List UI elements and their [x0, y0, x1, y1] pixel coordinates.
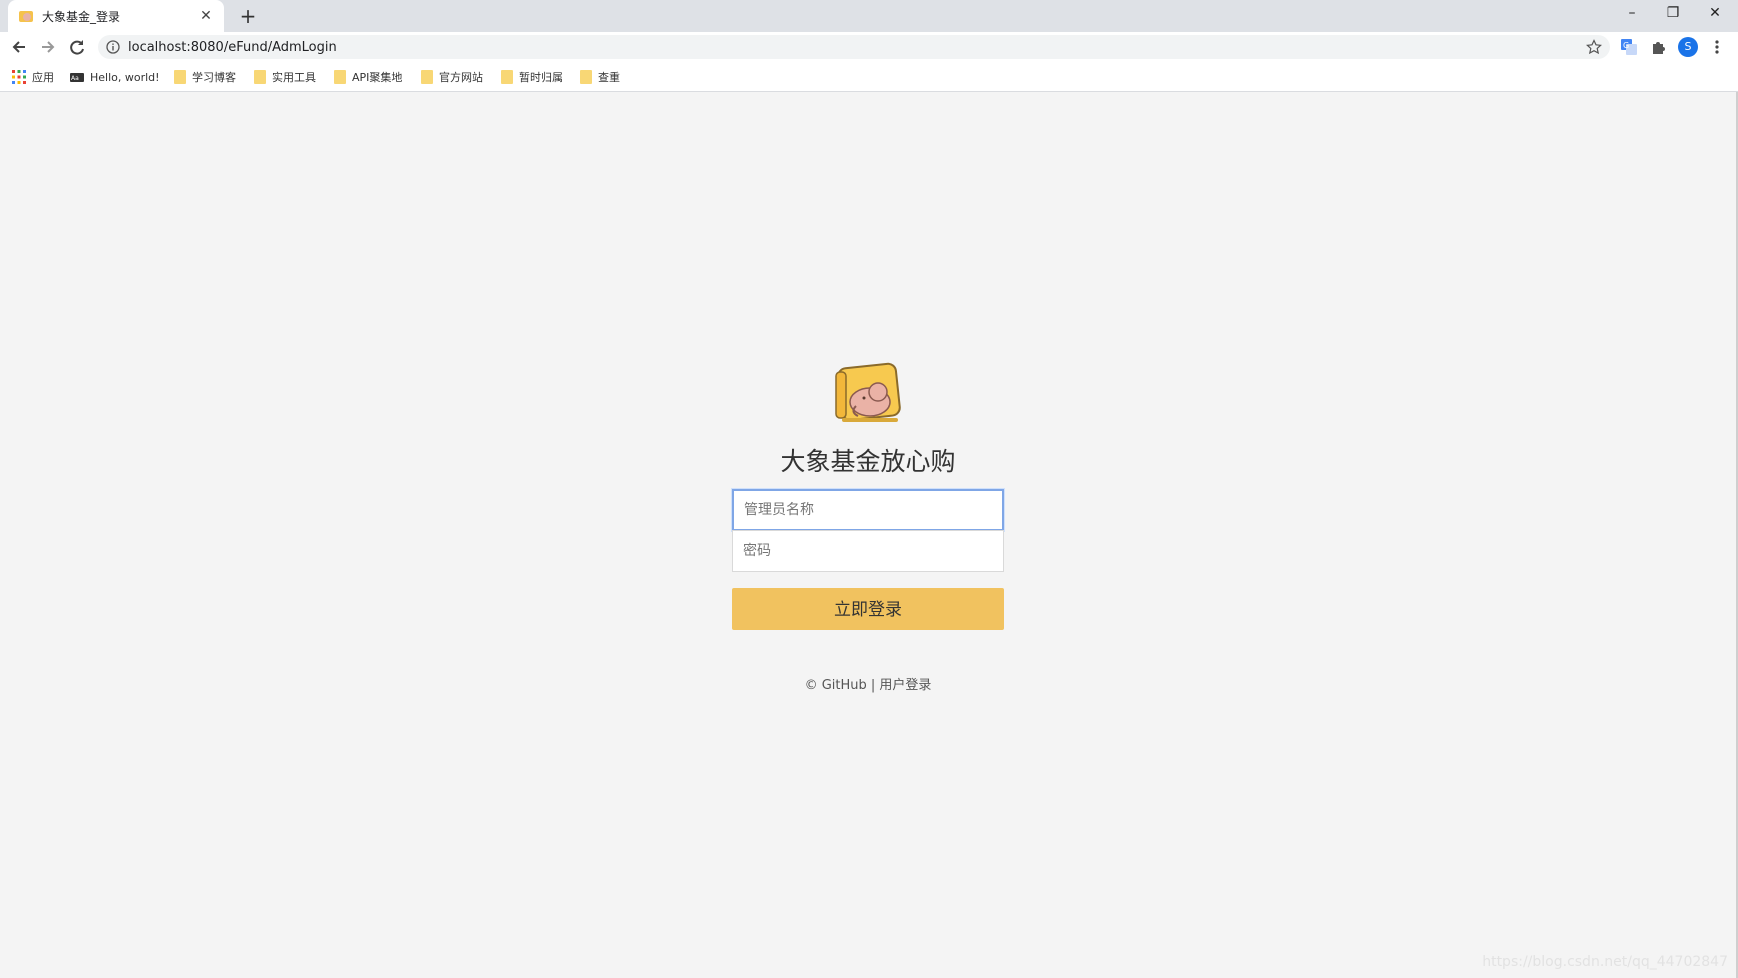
apps-grid-icon: [12, 70, 26, 84]
user-login-link[interactable]: 用户登录: [879, 678, 931, 693]
back-arrow-icon[interactable]: [8, 36, 30, 58]
address-bar[interactable]: localhost:8080/eFund/AdmLogin: [98, 35, 1610, 59]
password-input[interactable]: [732, 530, 1004, 572]
page-footer: © GitHub | 用户登录: [700, 674, 1036, 693]
close-tab-icon[interactable]: ✕: [198, 8, 214, 24]
folder-icon: [501, 70, 513, 84]
new-tab-button[interactable]: +: [236, 4, 260, 28]
folder-icon: [254, 70, 266, 84]
extensions-puzzle-icon[interactable]: [1650, 38, 1668, 56]
bookmark-folder[interactable]: 实用工具: [254, 69, 316, 85]
bookmark-folder[interactable]: 暂时归属: [501, 69, 563, 85]
bookmark-label: API聚集地: [352, 71, 403, 84]
bookmark-label: 官方网站: [439, 71, 483, 84]
site-favicon-icon: Aa: [70, 73, 84, 82]
watermark-text: https://blog.csdn.net/qq_44702847: [1482, 954, 1728, 970]
bookmark-label: 应用: [32, 71, 54, 84]
forward-arrow-icon[interactable]: [37, 36, 59, 58]
folder-icon: [174, 70, 186, 84]
bookmark-apps[interactable]: 应用: [12, 69, 54, 85]
browser-toolbar: localhost:8080/eFund/AdmLogin G S: [0, 32, 1738, 62]
tab-strip: 大象基金_登录 ✕ + – ❐ ✕: [0, 0, 1738, 32]
profile-avatar[interactable]: S: [1678, 37, 1698, 57]
minimize-window-button[interactable]: –: [1611, 0, 1653, 28]
site-info-icon[interactable]: [106, 40, 120, 54]
bookmark-folder[interactable]: 学习博客: [174, 69, 236, 85]
bookmark-label: 学习博客: [192, 71, 236, 84]
brand-title: 大象基金放心购: [780, 447, 956, 476]
folder-icon: [334, 70, 346, 84]
folder-icon: [421, 70, 433, 84]
restore-window-button[interactable]: ❐: [1652, 0, 1694, 28]
svg-text:Aa: Aa: [71, 75, 79, 82]
elephant-logo-icon: [19, 11, 33, 22]
login-submit-button[interactable]: 立即登录: [732, 588, 1004, 630]
footer-separator: |: [870, 678, 876, 693]
bookmark-folder[interactable]: API聚集地: [334, 69, 402, 85]
close-window-button[interactable]: ✕: [1694, 0, 1736, 28]
bookmark-folder[interactable]: 官方网站: [421, 69, 483, 85]
url-text: localhost:8080/eFund/AdmLogin: [128, 39, 337, 55]
svg-text:G: G: [1623, 41, 1629, 50]
browser-tab[interactable]: 大象基金_登录 ✕: [8, 0, 224, 32]
bookmark-label: 暂时归属: [519, 71, 563, 84]
bookmark-hello-world[interactable]: Aa Hello, world!: [70, 69, 160, 85]
bookmark-folder[interactable]: 查重: [580, 69, 620, 85]
login-page: 大象基金放心购 立即登录 © GitHub | 用户登录: [0, 92, 1738, 978]
bookmark-label: 查重: [598, 71, 620, 84]
bookmarks-bar: 应用 Aa Hello, world! 学习博客 实用工具 API聚集地 官方网…: [0, 62, 1738, 92]
tab-title: 大象基金_登录: [42, 9, 121, 24]
bookmark-star-icon[interactable]: [1586, 39, 1602, 55]
bookmark-label: Hello, world!: [90, 70, 160, 84]
translate-extension-icon[interactable]: G: [1620, 38, 1638, 56]
folder-icon: [580, 70, 592, 84]
elephant-logo-icon: [835, 362, 901, 422]
github-link[interactable]: © GitHub: [805, 678, 867, 693]
reload-icon[interactable]: [66, 36, 88, 58]
browser-menu-icon[interactable]: [1710, 37, 1724, 57]
bookmark-label: 实用工具: [272, 71, 316, 84]
admin-username-input[interactable]: [732, 489, 1004, 531]
